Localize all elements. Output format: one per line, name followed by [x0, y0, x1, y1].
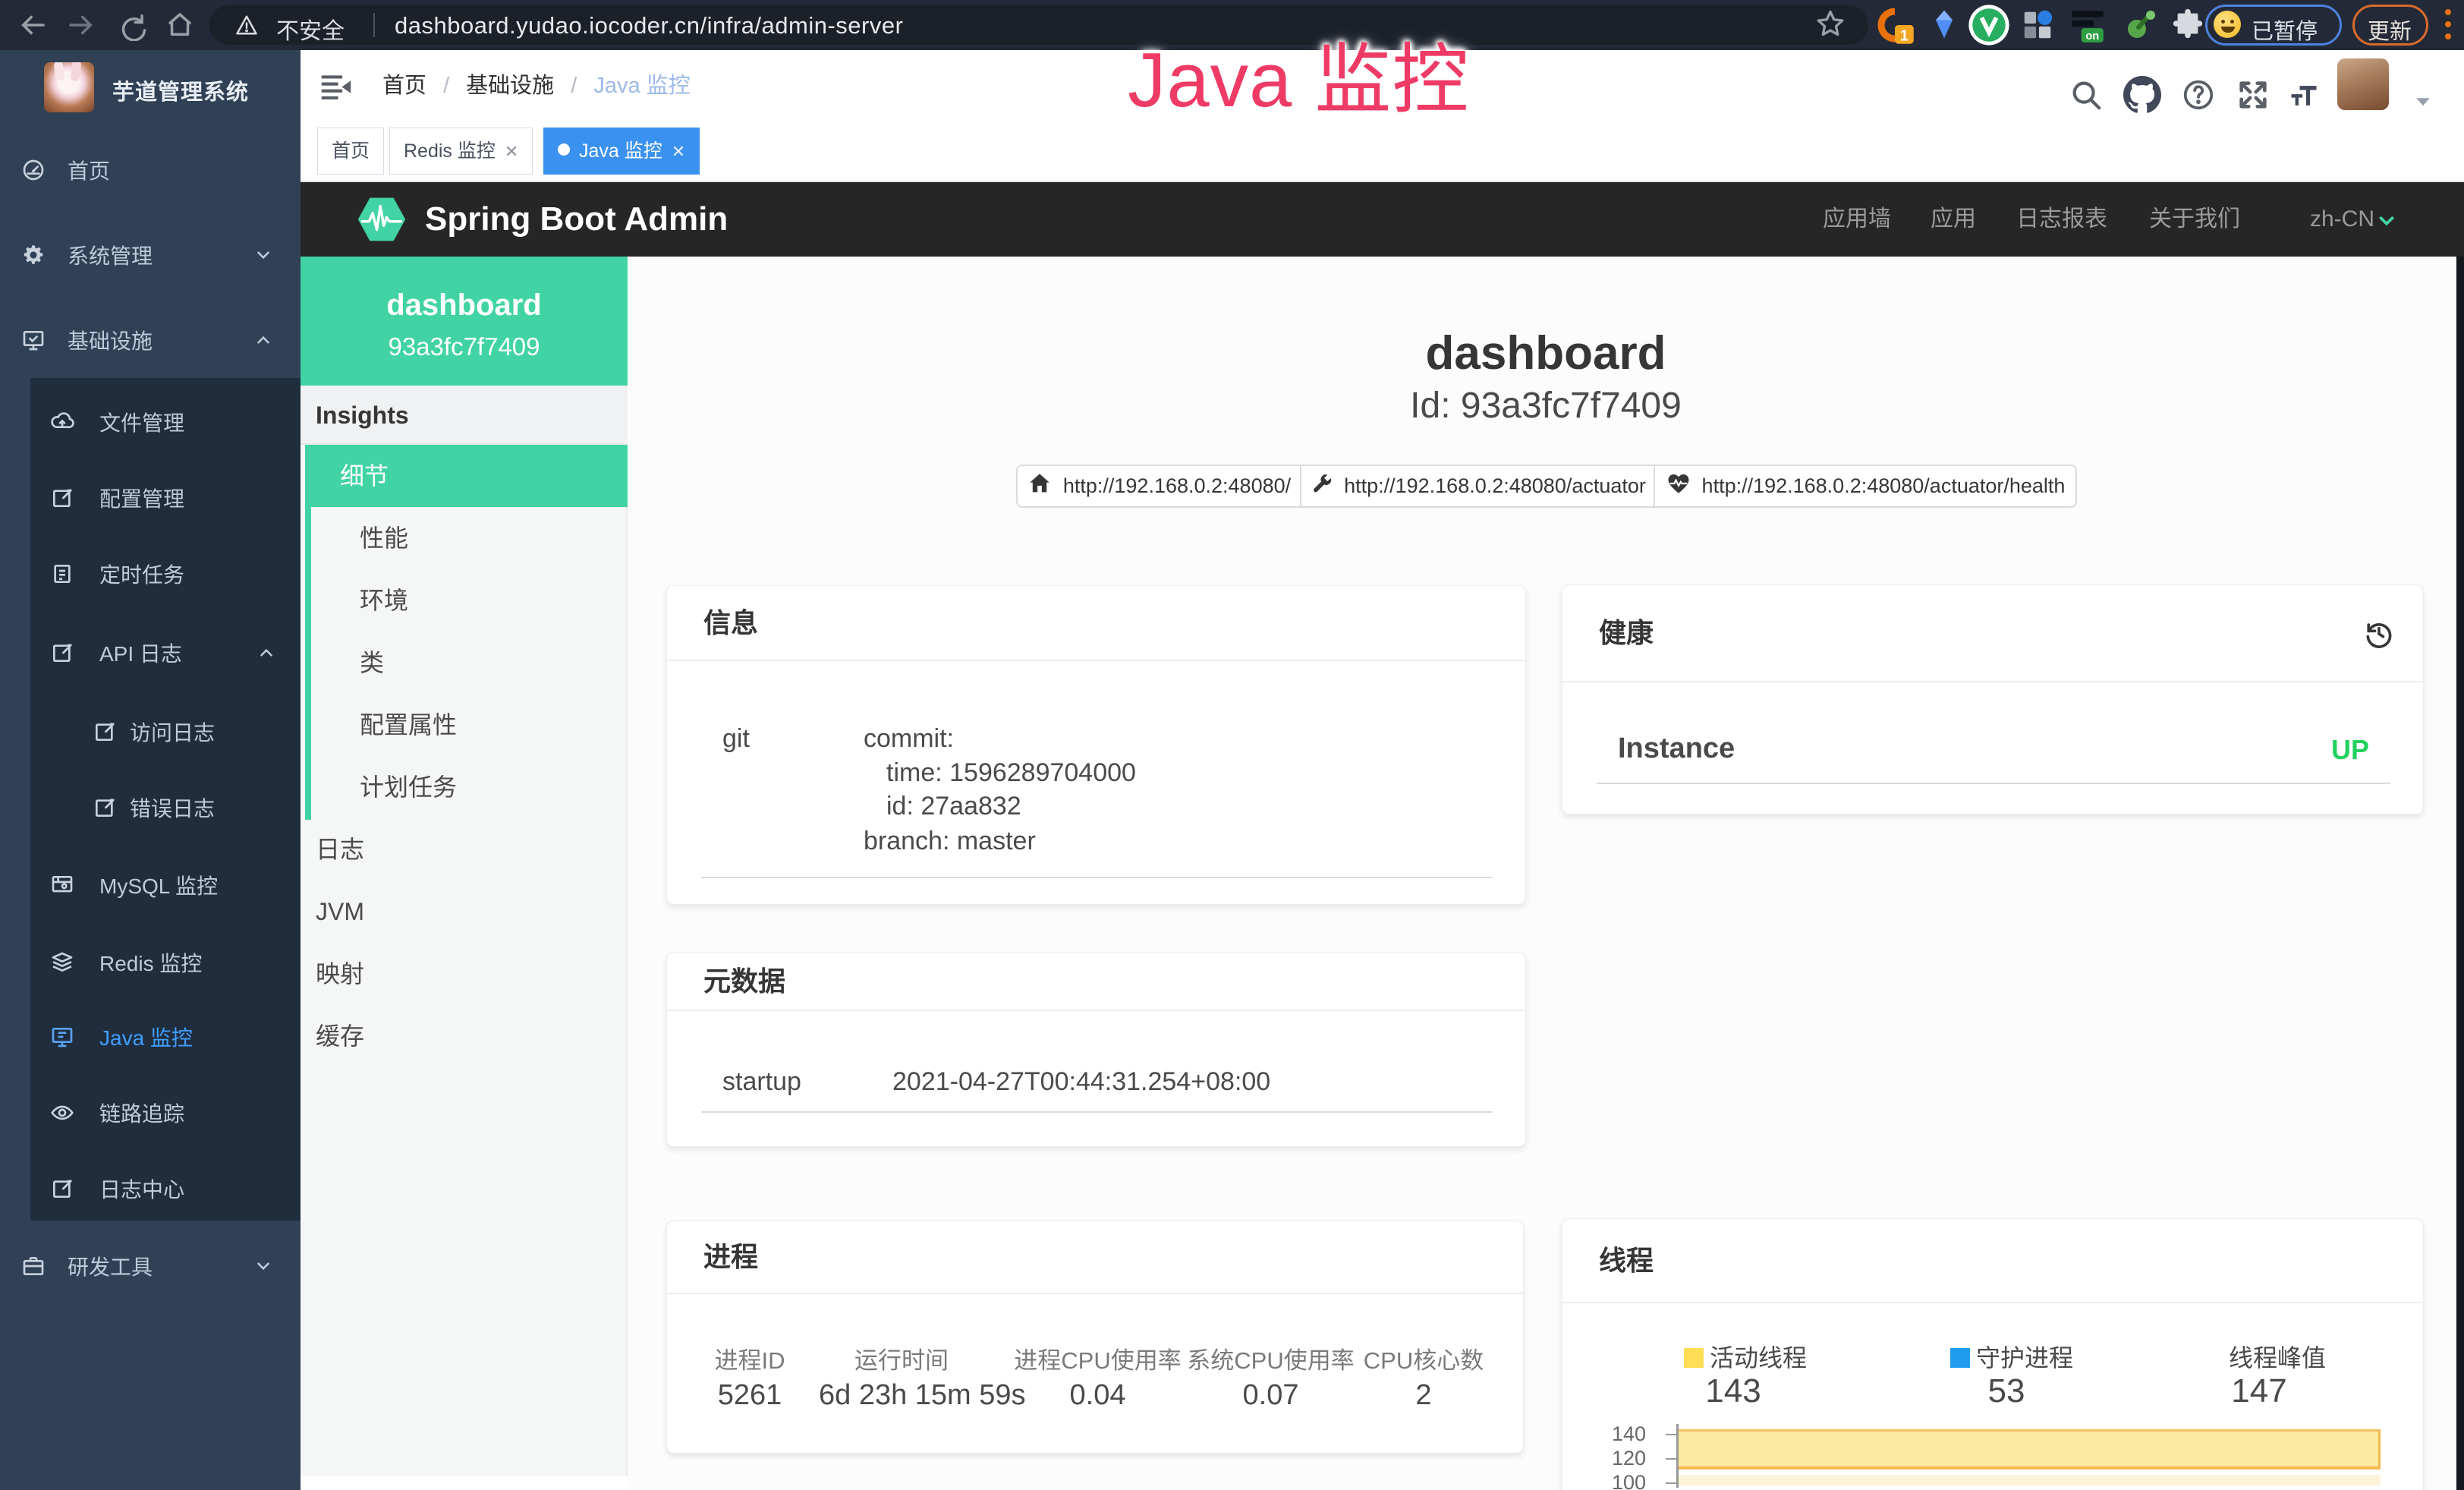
- svg-text:on: on: [2085, 30, 2099, 43]
- svg-text:1: 1: [1900, 27, 1909, 44]
